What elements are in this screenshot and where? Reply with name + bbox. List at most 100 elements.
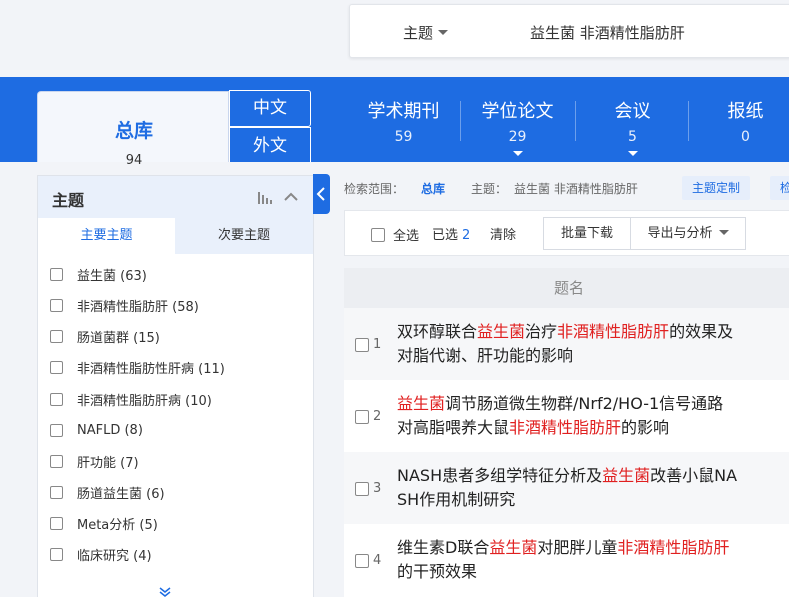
batch-download-button[interactable]: 批量下载 xyxy=(543,217,631,250)
scope-topic-value: 益生菌 非酒精性脂肪肝 xyxy=(514,182,638,196)
search-input[interactable]: 益生菌 非酒精性脂肪肝 xyxy=(530,22,685,43)
database-bar: 总库 94 中文 外文 学术期刊 59 学位论文 29 会议 5 报纸 0 xyxy=(0,77,789,168)
title-line: 的干预效果 xyxy=(397,560,777,584)
row-checkbox[interactable]: 4 xyxy=(355,553,381,568)
column-header-title: 题名 xyxy=(344,268,789,308)
list-item[interactable]: Meta分析 (5) xyxy=(50,513,158,533)
highlight-term: 益生菌 xyxy=(489,538,538,557)
checkbox[interactable] xyxy=(355,481,369,496)
db-tab-conference[interactable]: 会议 5 xyxy=(575,97,690,157)
tab-secondary-topic[interactable]: 次要主题 xyxy=(175,218,313,254)
highlight-term: 非酒精性脂肪肝 xyxy=(557,322,670,341)
list-item[interactable]: 非酒精性脂肪肝病 (10) xyxy=(50,389,212,409)
list-item[interactable]: 肠道益生菌 (6) xyxy=(50,482,165,502)
results-table: 题名 1 双环醇联合益生菌治疗非酒精性脂肪肝的效果及 对脂代谢、肝功能的影响 2 … xyxy=(344,268,789,597)
highlight-term: 益生菌 xyxy=(477,322,526,341)
selected-count: 已选 2 xyxy=(432,228,471,243)
highlight-term: 非酒精性脂肪肝 xyxy=(509,418,622,437)
title-text: 双环醇联合 xyxy=(397,322,478,341)
caret-down-icon xyxy=(627,151,638,156)
checkbox[interactable] xyxy=(50,267,63,281)
search-box[interactable]: 主题 益生菌 非酒精性脂肪肝 xyxy=(349,4,789,58)
checkbox[interactable] xyxy=(50,516,63,530)
chevron-up-icon[interactable] xyxy=(283,190,299,204)
panel-title: 主题 xyxy=(52,191,85,210)
checkbox[interactable] xyxy=(50,485,63,499)
chevron-down-icon xyxy=(718,230,729,235)
checkbox[interactable] xyxy=(50,423,63,437)
row-checkbox[interactable]: 3 xyxy=(355,481,381,496)
export-analysis-button[interactable]: 导出与分析 xyxy=(630,217,746,250)
checkbox[interactable] xyxy=(50,454,63,468)
checkbox[interactable] xyxy=(355,553,369,568)
checkbox[interactable] xyxy=(355,409,369,424)
table-row: 1 双环醇联合益生菌治疗非酒精性脂肪肝的效果及对脂代谢、肝功能的影响 xyxy=(344,308,789,380)
title-line: 双环醇联合益生菌治疗非酒精性脂肪肝的效果及 xyxy=(397,320,777,344)
top-search-area: 主题 益生菌 非酒精性脂肪肝 xyxy=(0,0,789,77)
title-line: 对脂代谢、肝功能的影响 xyxy=(397,344,777,368)
checkbox[interactable] xyxy=(50,360,63,374)
list-item[interactable]: 临床研究 (4) xyxy=(50,544,152,564)
row-checkbox[interactable]: 1 xyxy=(355,337,381,352)
checkbox[interactable] xyxy=(355,337,369,352)
scope-next-button[interactable]: 检 xyxy=(770,176,789,200)
double-chevron-down-icon[interactable] xyxy=(158,586,172,597)
bar-chart-icon[interactable] xyxy=(257,191,273,205)
db-tab-journals[interactable]: 学术期刊 59 xyxy=(346,97,461,157)
scope-db[interactable]: 总库 xyxy=(421,180,445,197)
result-title-link[interactable]: 益生菌调节肠道微生物群/Nrf2/HO-1信号通路对高脂喂养大鼠非酒精性脂肪肝的… xyxy=(397,392,777,440)
table-row: 3 NASH患者多组学特征分析及益生菌改善小鼠NA SH作用机制研究 xyxy=(344,452,789,524)
select-all-checkbox[interactable]: 全选 xyxy=(371,225,419,244)
title-text: 调节肠道微生物群/Nrf2/HO-1信号通路 xyxy=(445,394,724,413)
results-toolbar: 全选 已选 2 清除 批量下载 导出与分析 xyxy=(344,210,789,256)
list-item[interactable]: 益生菌 (63) xyxy=(50,264,147,284)
table-row: 2 益生菌调节肠道微生物群/Nrf2/HO-1信号通路对高脂喂养大鼠非酒精性脂肪… xyxy=(344,380,789,452)
title-text: 对高脂喂养大鼠 xyxy=(397,418,510,437)
result-title-link[interactable]: 双环醇联合益生菌治疗非酒精性脂肪肝的效果及对脂代谢、肝功能的影响 xyxy=(397,320,777,368)
lang-foreign-button[interactable]: 外文 xyxy=(229,127,311,162)
title-text: 治疗 xyxy=(525,322,558,341)
row-checkbox[interactable]: 2 xyxy=(355,409,381,424)
result-title-link[interactable]: 维生素D联合益生菌对肥胖儿童非酒精性脂肪肝的干预效果 xyxy=(397,536,777,584)
clear-selection-link[interactable]: 清除 xyxy=(490,224,516,243)
title-line: 对高脂喂养大鼠非酒精性脂肪肝的影响 xyxy=(397,416,777,440)
list-item[interactable]: 非酒精性脂肪肝 (58) xyxy=(50,295,199,315)
list-item[interactable]: NAFLD (8) xyxy=(50,420,143,440)
title-text: 对脂代谢、肝功能的影响 xyxy=(397,346,574,365)
checkbox[interactable] xyxy=(50,298,63,312)
title-text: 改善小鼠NA xyxy=(650,466,738,485)
collapse-panel-button[interactable] xyxy=(313,174,330,214)
search-field-select[interactable]: 主题 xyxy=(403,22,449,43)
highlight-term: 益生菌 xyxy=(602,466,651,485)
list-item[interactable]: 肠道菌群 (15) xyxy=(50,326,160,346)
highlight-term: 益生菌 xyxy=(397,394,446,413)
title-text: 的干预效果 xyxy=(397,562,478,581)
title-line: NASH患者多组学特征分析及益生菌改善小鼠NA xyxy=(397,464,777,488)
db-all-label: 总库 xyxy=(114,120,153,142)
chevron-down-icon xyxy=(438,30,449,35)
topic-filter-header: 主题 xyxy=(38,176,313,218)
title-text: 对肥胖儿童 xyxy=(537,538,618,557)
checkbox[interactable] xyxy=(50,329,63,343)
list-item[interactable]: 非酒精性脂肪性肝病 (11) xyxy=(50,357,225,377)
checkbox[interactable] xyxy=(371,227,385,242)
db-all-count: 94 xyxy=(125,153,143,168)
result-title-link[interactable]: NASH患者多组学特征分析及益生菌改善小鼠NA SH作用机制研究 xyxy=(397,464,777,512)
db-tab-all[interactable]: 总库 94 xyxy=(37,91,229,168)
db-tab-theses[interactable]: 学位论文 29 xyxy=(460,97,575,157)
title-text: NASH患者多组学特征分析及 xyxy=(397,466,603,485)
title-text: SH作用机制研究 xyxy=(397,490,516,509)
title-text: 维生素D联合 xyxy=(397,538,490,557)
checkbox[interactable] xyxy=(50,547,63,561)
lang-chinese-button[interactable]: 中文 xyxy=(229,90,311,127)
topic-custom-button[interactable]: 主题定制 xyxy=(682,176,751,200)
highlight-term: 非酒精性脂肪肝 xyxy=(617,538,730,557)
caret-down-icon xyxy=(512,151,523,156)
title-line: SH作用机制研究 xyxy=(397,488,777,512)
topic-tabs: 主要主题 次要主题 xyxy=(38,218,313,254)
tab-primary-topic[interactable]: 主要主题 xyxy=(38,218,175,254)
title-text: 的效果及 xyxy=(669,322,734,341)
checkbox[interactable] xyxy=(50,392,63,406)
db-tab-newspaper[interactable]: 报纸 0 xyxy=(688,97,789,157)
list-item[interactable]: 肝功能 (7) xyxy=(50,451,139,471)
